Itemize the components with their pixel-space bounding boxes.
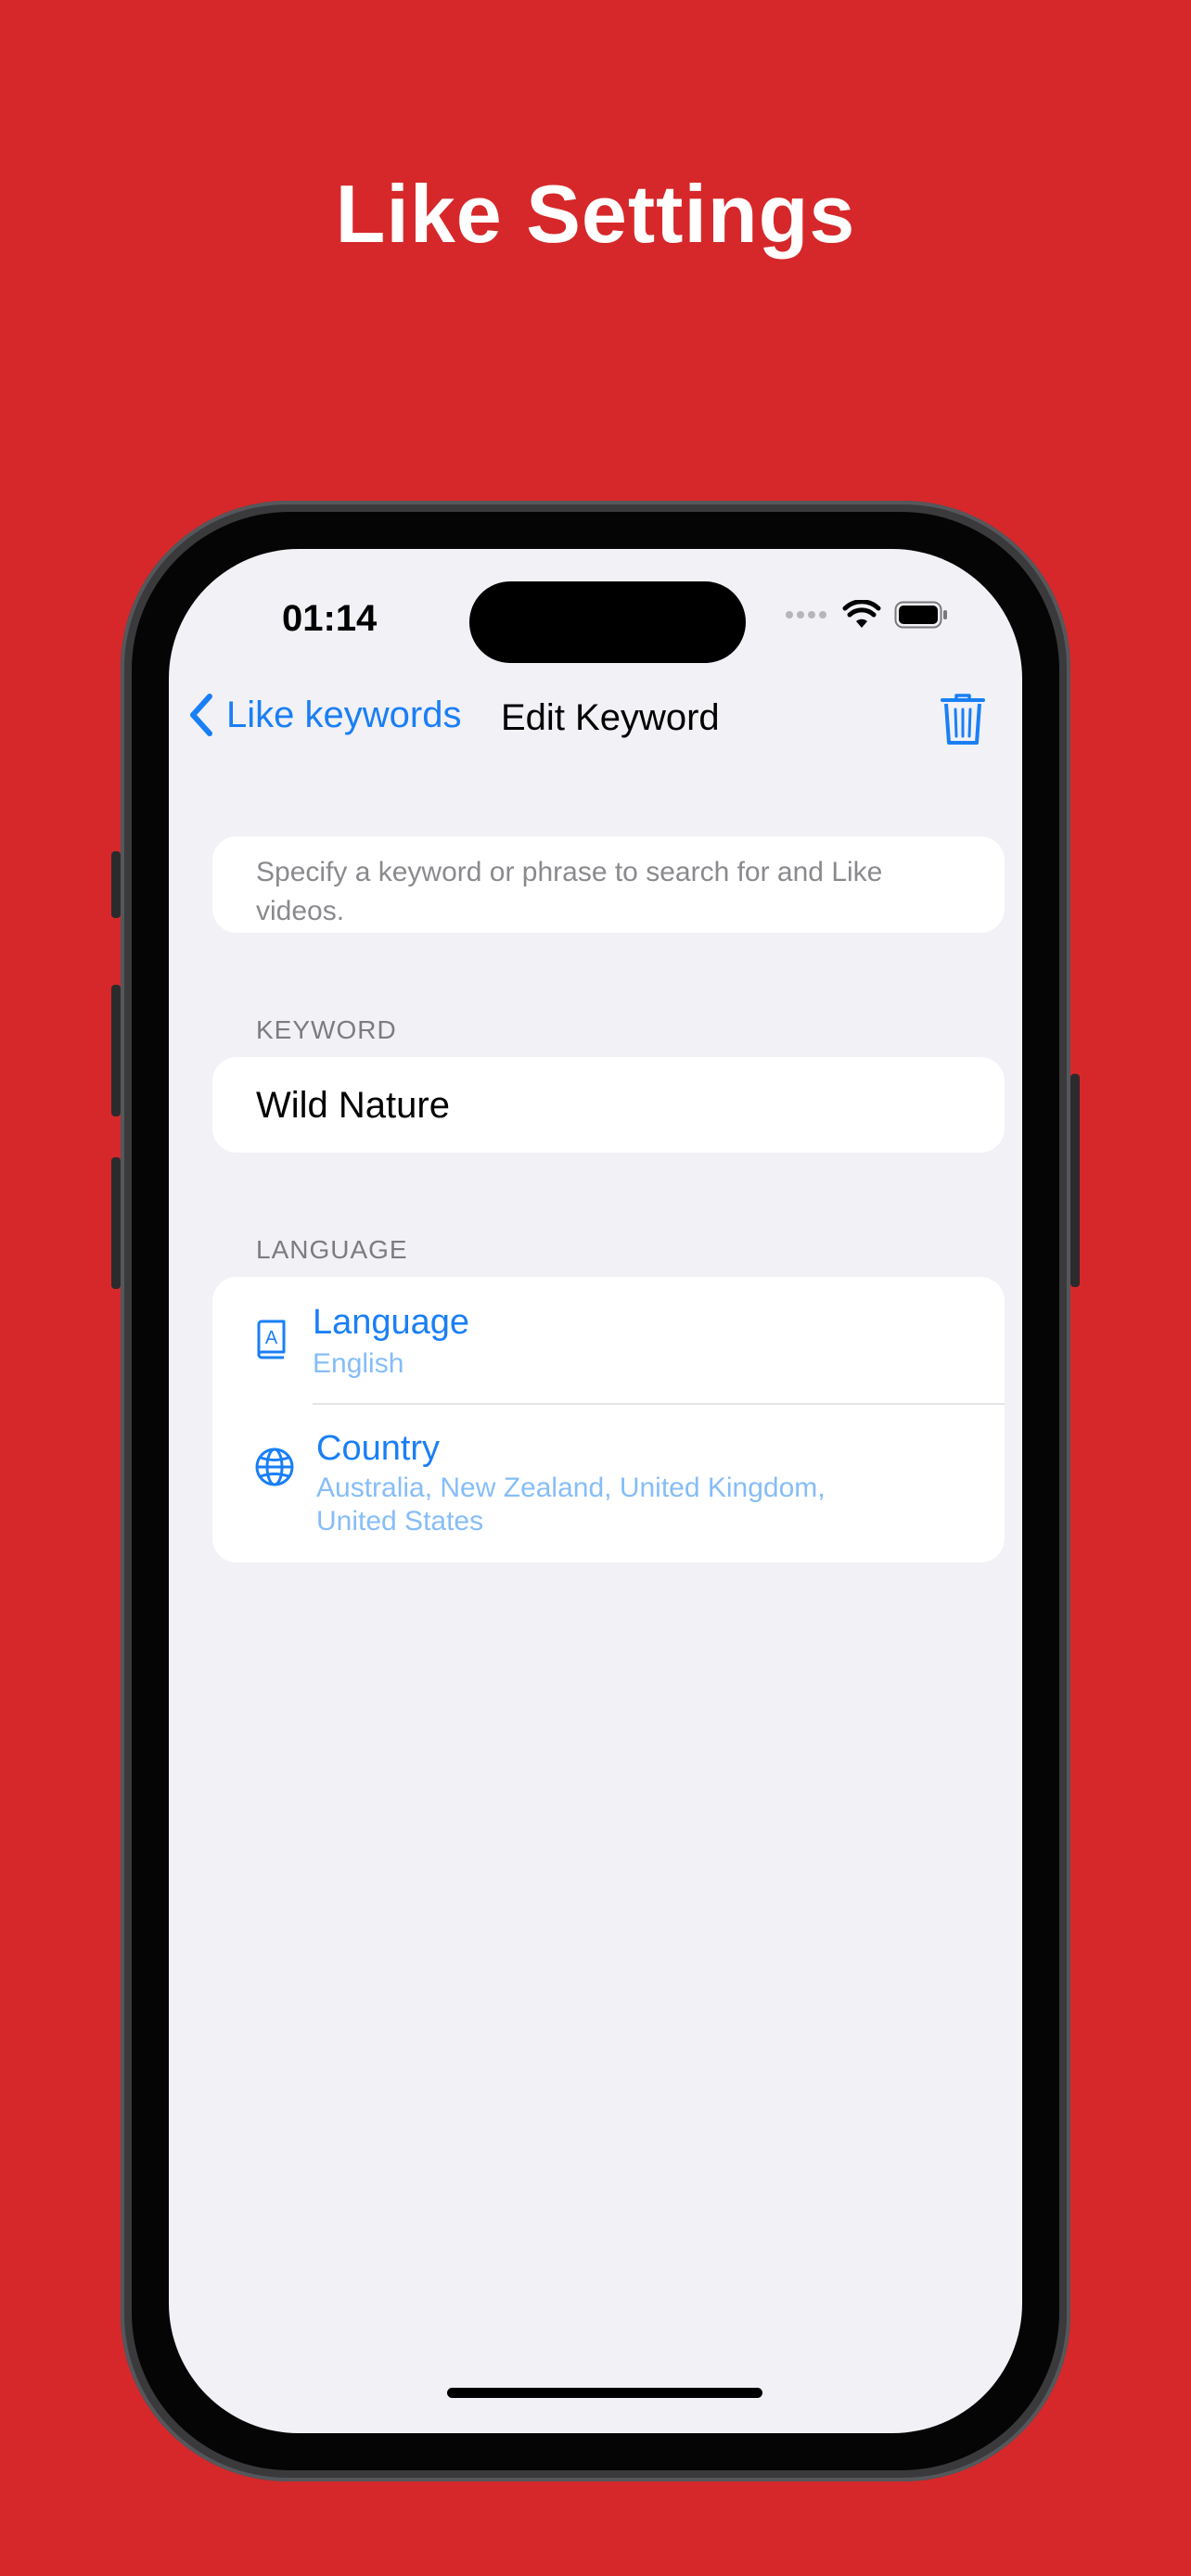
phone-screen: 01:14 Like keywords Edit Keyword Specify…: [169, 549, 1022, 2433]
globe-icon: [255, 1447, 294, 1486]
language-row-value: English: [313, 1348, 404, 1379]
signal-icon: [786, 611, 826, 618]
volume-up-button: [111, 985, 121, 1116]
info-card: Specify a keyword or phrase to search fo…: [212, 836, 1005, 933]
status-time: 01:14: [282, 598, 378, 639]
home-indicator[interactable]: [447, 2388, 762, 2398]
delete-button[interactable]: [941, 693, 985, 751]
phone-frame: 01:14 Like keywords Edit Keyword Specify…: [121, 501, 1070, 2481]
trash-icon: [941, 694, 985, 745]
action-button: [111, 851, 121, 918]
battery-icon: [894, 601, 947, 629]
country-row[interactable]: Country Australia, New Zealand, United K…: [212, 1404, 1005, 1562]
language-card: A Language English Country Australia, Ne…: [212, 1277, 1005, 1562]
country-row-title: Country: [316, 1429, 441, 1468]
keyword-value: Wild Nature: [256, 1085, 450, 1126]
wifi-icon: [842, 600, 881, 628]
language-row[interactable]: A Language English: [212, 1277, 1005, 1404]
book-icon: A: [257, 1320, 286, 1359]
keyword-section-header: KEYWORD: [256, 1015, 397, 1044]
dynamic-island: [469, 581, 746, 663]
nav-title: Edit Keyword: [501, 697, 720, 738]
back-button-label: Like keywords: [226, 694, 462, 735]
headline: Like Settings: [335, 168, 856, 260]
country-row-value: Australia, New Zealand, United Kingdom, …: [316, 1473, 826, 1537]
volume-down-button: [111, 1157, 121, 1289]
back-button[interactable]: Like keywords: [184, 691, 461, 739]
language-section-header: LANGUAGE: [256, 1235, 408, 1264]
status-icons: [785, 600, 948, 630]
svg-text:A: A: [265, 1328, 278, 1348]
phone-bezel: 01:14 Like keywords Edit Keyword Specify…: [132, 512, 1059, 2470]
language-row-title: Language: [313, 1303, 470, 1342]
power-button: [1070, 1074, 1080, 1287]
keyword-field[interactable]: Wild Nature: [212, 1057, 1005, 1153]
chevron-left-icon: [190, 694, 212, 736]
info-text: Specify a keyword or phrase to search fo…: [256, 857, 883, 926]
